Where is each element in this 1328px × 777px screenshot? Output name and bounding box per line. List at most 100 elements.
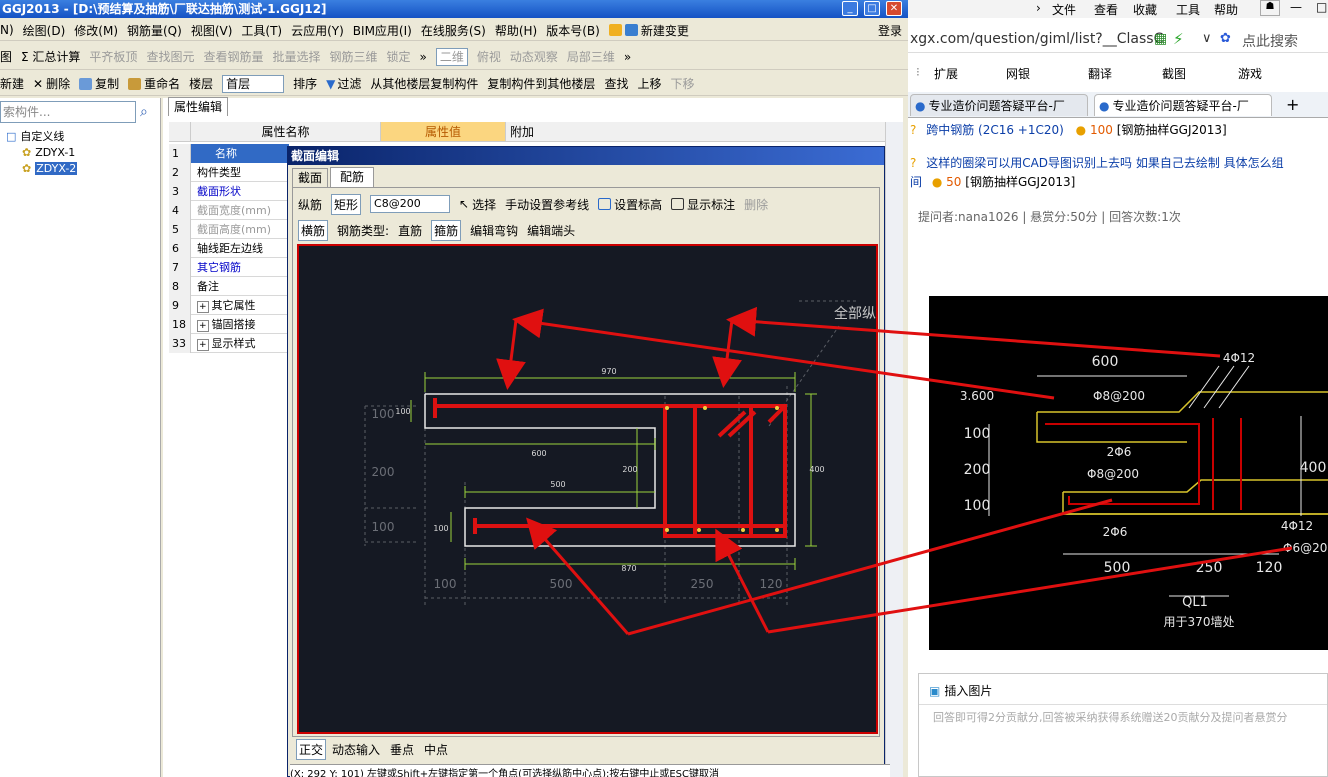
lock-button[interactable]: 锁定 (387, 48, 411, 65)
new-button[interactable]: 新建 (0, 75, 24, 92)
restore-icon[interactable]: □ (1316, 0, 1327, 14)
midpoint-toggle[interactable]: 中点 (424, 741, 448, 758)
toolbar-more2-icon[interactable]: » (624, 50, 631, 64)
filter-button[interactable]: ▼ 过滤 (326, 75, 361, 92)
table-row[interactable]: 1 名称 (169, 143, 289, 163)
tree-item-selected[interactable]: ✿ ZDYX-2 (22, 162, 78, 175)
menu-file[interactable]: 文件 (1052, 1, 1076, 18)
minimize-button[interactable]: _ (842, 1, 858, 16)
table-row[interactable]: 8 备注 (169, 276, 289, 296)
move-down-button[interactable]: 下移 (670, 75, 694, 92)
bookmark-extensions[interactable]: 扩展 (934, 65, 958, 82)
close-button[interactable]: ✕ (886, 1, 902, 16)
menu-item-cloud[interactable]: 云应用(Y) (291, 22, 344, 39)
calc-summary-button[interactable]: Σ 汇总计算 (21, 48, 80, 65)
delete-button[interactable]: ✕ 删除 (33, 75, 70, 92)
menu-item-help[interactable]: 帮助(H) (495, 22, 537, 39)
show-label-button[interactable]: 显示标注 (671, 196, 735, 213)
top-view-button[interactable]: 俯视 (477, 48, 501, 65)
find-element-button[interactable]: 查找图元 (146, 48, 194, 65)
tree-root[interactable]: □ 自定义线 (6, 128, 64, 144)
menu-item-tools[interactable]: 工具(T) (241, 22, 282, 39)
answer-textarea[interactable]: 回答即可得2分贡献分,回答被采纳获得系统赠送20贡献分及提问者悬赏分 (919, 704, 1327, 776)
bookmark-translate[interactable]: 翻译 (1088, 65, 1112, 82)
search-field[interactable]: 点此搜索 (1242, 31, 1298, 51)
table-row[interactable]: 6 轴线距左边线 (169, 238, 289, 258)
table-row[interactable]: 2 构件类型 (169, 162, 289, 182)
table-row[interactable]: 4 截面宽度(mm) (169, 200, 289, 220)
tab-rebar[interactable]: 配筋 (330, 167, 374, 187)
new-tab-button[interactable]: + (1286, 95, 1299, 114)
menu-view[interactable]: 查看 (1094, 1, 1118, 18)
align-slab-top-button[interactable]: 平齐板顶 (89, 48, 137, 65)
find-button[interactable]: 查找 (604, 75, 628, 92)
toolbar-more-icon[interactable]: » (420, 50, 427, 64)
table-row[interactable]: 9 + 其它属性 (169, 295, 289, 315)
menu-tools[interactable]: 工具 (1176, 1, 1200, 18)
menu-item-view[interactable]: 视图(V) (191, 22, 233, 39)
move-up-button[interactable]: 上移 (637, 75, 661, 92)
bookmark-screenshot[interactable]: 截图 (1162, 65, 1186, 82)
maximize-button[interactable]: □ (864, 1, 880, 16)
browser-tab-active[interactable]: ● 专业造价问题答疑平台-厂 (1094, 94, 1272, 116)
search-icon[interactable]: ⌕ (140, 104, 148, 120)
table-row[interactable]: 3 截面形状 (169, 181, 289, 201)
sort-button[interactable]: 排序 (293, 75, 317, 92)
toolbar-clip[interactable]: 图 (0, 48, 12, 65)
ortho-toggle[interactable]: 正交 (296, 738, 327, 760)
menu-item-rebar[interactable]: 钢筋量(Q) (127, 22, 182, 39)
view-mode-select[interactable]: 二维 (435, 47, 468, 66)
stirrup-option[interactable]: 箍筋 (431, 219, 462, 241)
manual-guide-select[interactable]: 手动设置参考线 (505, 196, 589, 213)
set-height-button[interactable]: 设置标高 (598, 196, 662, 213)
rect-shape-button[interactable]: 矩形 (331, 193, 362, 215)
menu-item-online[interactable]: 在线服务(S) (421, 22, 486, 39)
local-3d-button[interactable]: 局部三维 (567, 48, 615, 65)
batch-select-button[interactable]: 批量选择 (272, 48, 320, 65)
section-drawing-canvas[interactable]: 970 600 500 870 400 200 100 100 100 200 … (297, 244, 878, 734)
select-button[interactable]: ↖ 选择 (459, 196, 496, 213)
browser-tab[interactable]: ● 专业造价问题答疑平台-厂 (910, 94, 1088, 116)
menu-help[interactable]: 帮助 (1214, 1, 1238, 18)
table-row[interactable]: 5 截面高度(mm) (169, 219, 289, 239)
address-bar[interactable]: xgx.com/question/giml/list?__ClassC ▦ ⚡ … (908, 29, 1328, 53)
view-rebar-button[interactable]: 查看钢筋量 (203, 48, 263, 65)
expand-icon[interactable]: + (197, 320, 209, 332)
delete-rebar-button[interactable]: 删除 (744, 196, 768, 213)
menu-item-n[interactable]: N) (0, 23, 14, 37)
floor-select[interactable]: 首层 (222, 74, 285, 93)
expand-icon[interactable]: + (197, 301, 209, 313)
more-icon[interactable]: ⁝ (916, 65, 920, 79)
home-icon[interactable]: ☗ (1260, 0, 1280, 16)
copy-to-floor-button[interactable]: 复制构件到其他楼层 (487, 75, 595, 92)
rebar-3d-button[interactable]: 钢筋三维 (329, 48, 377, 65)
menu-favorites[interactable]: 收藏 (1133, 1, 1157, 18)
edit-hook-button[interactable]: 编辑弯钩 (470, 222, 518, 239)
menu-item-draw[interactable]: 绘图(D) (23, 22, 66, 39)
table-row[interactable]: 33 + 显示样式 (169, 333, 289, 353)
bookmark-bank[interactable]: 网银 (1006, 65, 1030, 82)
perpendicular-toggle[interactable]: 垂点 (390, 741, 414, 758)
rebar-spec-select[interactable]: C8@200 (370, 195, 451, 213)
login-button[interactable]: 登录 (878, 22, 902, 39)
copy-from-floor-button[interactable]: 从其他楼层复制构件 (370, 75, 478, 92)
dynamic-input-toggle[interactable]: 动态输入 (332, 741, 380, 758)
table-row[interactable]: 7 其它钢筋 (169, 257, 289, 277)
question-item[interactable]: ? 跨中钢筋 (2C16 +1C20) ● 100 [钢筋抽样GGJ2013] (910, 121, 1328, 138)
straight-rebar-option[interactable]: 直筋 (398, 222, 422, 239)
menu-item-modify[interactable]: 修改(M) (74, 22, 118, 39)
insert-image-link[interactable]: ▣ 插入图片 (929, 682, 992, 699)
vertical-scrollbar[interactable] (885, 122, 903, 777)
horizontal-rebar-button[interactable]: 横筋 (298, 219, 329, 241)
new-change-button[interactable]: 新建变更 (608, 22, 689, 39)
copy-button[interactable]: 复制 (79, 75, 119, 92)
bookmark-games[interactable]: 游戏 (1238, 65, 1262, 82)
table-row[interactable]: 18 + 锚固搭接 (169, 314, 289, 334)
tab-property-edit[interactable]: 属性编辑 (168, 97, 228, 116)
minimize-icon[interactable]: — (1290, 0, 1302, 14)
menu-item-version[interactable]: 版本号(B) (546, 22, 600, 39)
tree-item[interactable]: ✿ ZDYX-1 (22, 146, 75, 159)
chevron-down-icon[interactable]: ∨ (1202, 31, 1212, 46)
component-search-input[interactable]: 索构件... (0, 101, 136, 123)
expand-icon[interactable]: + (197, 339, 209, 351)
